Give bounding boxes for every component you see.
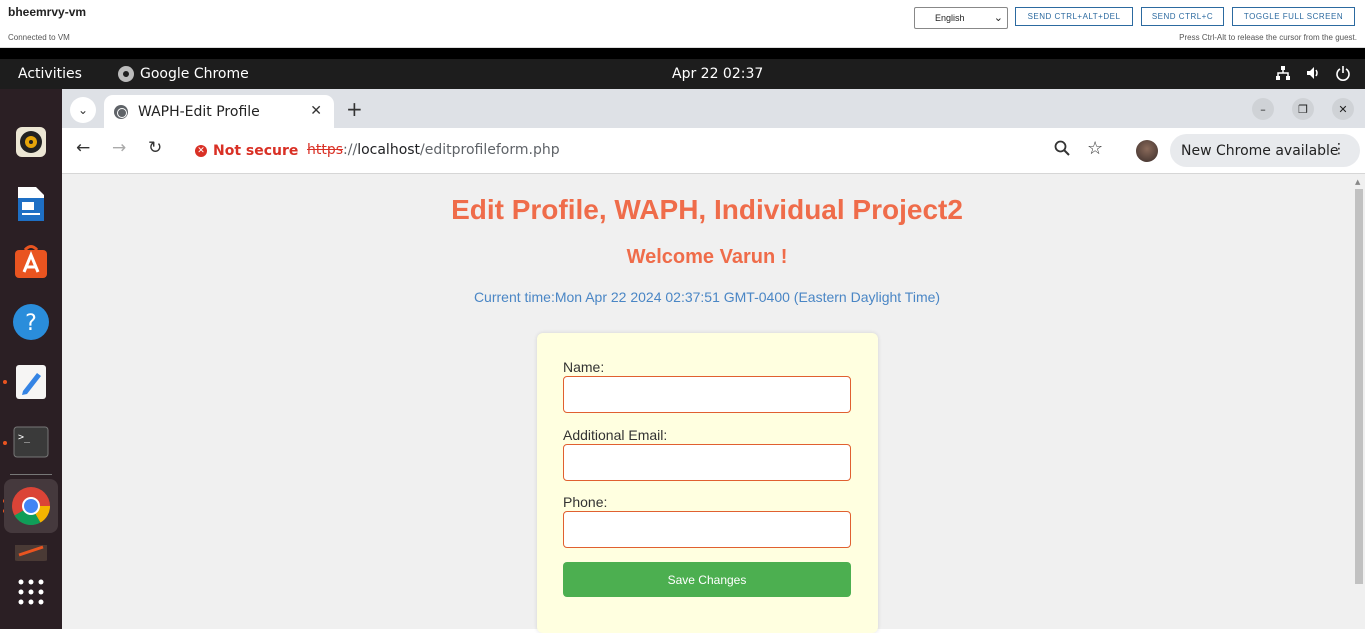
vm-divider [0, 48, 1365, 59]
chrome-window: ⌄ WAPH-Edit Profile ✕ + – ❐ ✕ ← → ↻ ✕ No… [62, 89, 1365, 633]
language-select[interactable]: English ⌄ [914, 7, 1008, 29]
rhythmbox-icon[interactable] [10, 121, 52, 163]
save-changes-button[interactable]: Save Changes [563, 562, 851, 597]
page-title: Edit Profile, WAPH, Individual Project2 [451, 194, 963, 225]
scroll-up-icon[interactable]: ▲ [1355, 178, 1360, 186]
vm-name: bheemrvy-vm [8, 5, 87, 19]
address-bar[interactable]: ✕ Not secure https://localhost/editprofi… [183, 134, 1118, 167]
chevron-down-icon: ⌄ [993, 12, 1003, 24]
zoom-icon[interactable] [1054, 140, 1070, 160]
dock: ? >_ [0, 89, 62, 629]
minimize-icon[interactable]: – [1252, 98, 1274, 120]
close-icon[interactable]: ✕ [310, 103, 322, 119]
name-input[interactable] [563, 376, 851, 413]
back-icon[interactable]: ← [76, 138, 90, 158]
tab-title: WAPH-Edit Profile [138, 103, 260, 120]
url-host: localhost [357, 142, 421, 158]
app-menu-label: Google Chrome [140, 66, 249, 82]
tab-waph-edit-profile[interactable]: WAPH-Edit Profile ✕ [104, 95, 334, 128]
svg-text:>_: >_ [18, 432, 31, 443]
language-select-value: English [935, 13, 965, 23]
network-icon[interactable] [1275, 65, 1291, 85]
email-label: Additional Email: [563, 427, 668, 443]
current-time: Current time:Mon Apr 22 2024 02:37:51 GM… [473, 289, 941, 305]
new-tab-button[interactable]: + [346, 97, 363, 121]
vm-status: Connected to VM [8, 33, 70, 42]
dock-separator [10, 474, 52, 475]
avatar[interactable] [1136, 140, 1158, 162]
tab-search-button[interactable]: ⌄ [70, 97, 96, 123]
forward-icon[interactable]: → [112, 138, 126, 158]
gnome-top-bar: Activities Google Chrome Apr 22 02:37 [0, 59, 1365, 89]
running-indicator [3, 441, 7, 445]
vm-toolbar: bheemrvy-vm Connected to VM English ⌄ SE… [0, 0, 1365, 48]
url-path: /editprofileform.php [420, 142, 560, 158]
power-icon[interactable] [1335, 65, 1351, 85]
volume-icon[interactable] [1305, 65, 1321, 85]
terminal-icon[interactable]: >_ [10, 421, 52, 463]
globe-icon [114, 104, 128, 119]
text-editor-icon[interactable] [10, 361, 52, 403]
browser-toolbar: ← → ↻ ✕ Not secure https://localhost/edi… [62, 128, 1365, 174]
writer-icon[interactable] [10, 183, 52, 225]
svg-text:?: ? [25, 311, 37, 336]
additional-email-input[interactable] [563, 444, 851, 481]
url-scheme: https [307, 142, 344, 158]
reload-icon[interactable]: ↻ [148, 138, 162, 158]
app-menu[interactable]: Google Chrome [118, 66, 249, 82]
app-center-icon[interactable] [10, 241, 52, 283]
restore-icon[interactable]: ❐ [1292, 98, 1314, 120]
scrollbar-thumb[interactable] [1355, 189, 1363, 584]
files-icon[interactable] [10, 541, 52, 561]
running-indicator [3, 380, 7, 384]
chevron-down-icon: ⌄ [77, 103, 89, 117]
security-chip[interactable]: ✕ Not secure [189, 137, 307, 164]
url-separator: :// [343, 142, 358, 158]
warning-icon: ✕ [195, 144, 207, 157]
bookmark-star-icon[interactable]: ☆ [1087, 138, 1103, 159]
phone-input[interactable] [563, 511, 851, 548]
toggle-full-screen-button[interactable]: TOGGLE FULL SCREEN [1232, 7, 1355, 26]
clock[interactable]: Apr 22 02:37 [672, 66, 763, 82]
chrome-icon[interactable] [4, 479, 58, 533]
activities-button[interactable]: Activities [18, 66, 82, 82]
send-ctrl-c-button[interactable]: SEND CTRL+C [1141, 7, 1224, 26]
name-label: Name: [563, 359, 605, 375]
welcome-heading: Welcome Varun ! [626, 246, 788, 268]
update-chrome-button[interactable]: New Chrome available ⋮ [1170, 134, 1360, 167]
edit-profile-form: Name: Additional Email: Phone: Save Chan… [537, 333, 878, 633]
tab-strip: ⌄ WAPH-Edit Profile ✕ + – ❐ ✕ [62, 89, 1365, 128]
phone-label: Phone: [563, 494, 608, 510]
page-scrollbar[interactable]: ▲ [1353, 175, 1365, 629]
url-text[interactable]: https://localhost/editprofileform.php [307, 142, 560, 158]
page-viewport: Edit Profile, WAPH, Individual Project2 … [62, 175, 1352, 633]
update-chrome-label: New Chrome available [1181, 142, 1339, 159]
security-label: Not secure [213, 142, 299, 159]
help-icon[interactable]: ? [10, 301, 52, 343]
vm-hint: Press Ctrl-Alt to release the cursor fro… [1179, 33, 1357, 42]
send-ctrl-alt-del-button[interactable]: SEND CTRL+ALT+DEL [1015, 7, 1133, 26]
system-tray[interactable] [1275, 65, 1351, 85]
more-menu-icon[interactable]: ⋮ [1332, 141, 1346, 157]
chrome-icon [118, 66, 134, 82]
close-window-icon[interactable]: ✕ [1332, 98, 1354, 120]
show-apps-icon[interactable] [10, 571, 52, 613]
